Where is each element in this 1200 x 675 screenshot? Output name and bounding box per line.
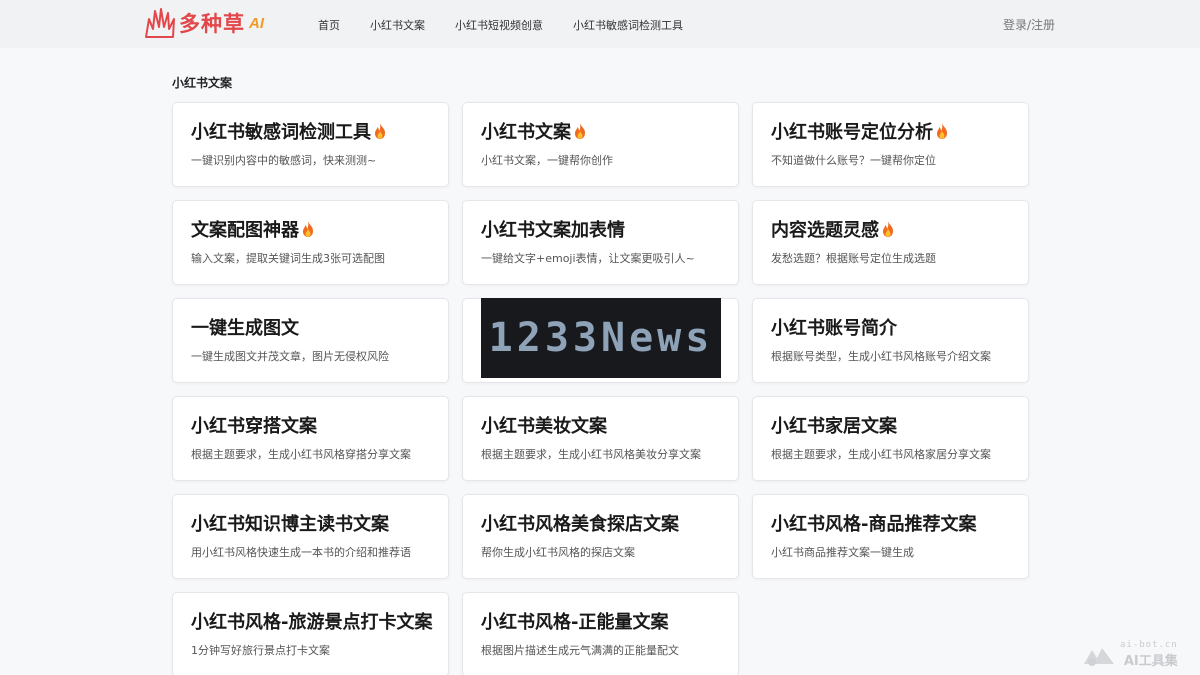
tool-card[interactable]: 小红书风格-正能量文案根据图片描述生成元气满满的正能量配文: [462, 592, 739, 675]
tool-card[interactable]: 文案配图神器输入文案，提取关键词生成3张可选配图: [172, 200, 449, 285]
tool-card[interactable]: 小红书文案小红书文案，一键帮你创作: [462, 102, 739, 187]
card-description: 不知道做什么账号？一键帮你定位: [771, 154, 936, 167]
site-logo[interactable]: 多种草 AI: [143, 5, 264, 41]
card-title-wrap: 小红书文案: [481, 122, 720, 144]
nav-xhs-sensitive-words[interactable]: 小红书敏感词检测工具: [573, 17, 683, 33]
card-title: 小红书风格-旅游景点打卡文案: [191, 612, 433, 633]
ad-card[interactable]: 1233News: [462, 298, 739, 383]
card-description: 一键给文字+emoji表情，让文案更吸引人~: [481, 252, 695, 265]
card-description: 输入文案，提取关键词生成3张可选配图: [191, 252, 385, 265]
tool-card[interactable]: 小红书文案加表情一键给文字+emoji表情，让文案更吸引人~: [462, 200, 739, 285]
watermark: ai-bot.cn AI工具集: [1082, 640, 1178, 669]
nav-xhs-video-ideas[interactable]: 小红书短视频创意: [455, 17, 543, 33]
card-description: 根据图片描述生成元气满满的正能量配文: [481, 644, 679, 657]
top-nav-bar: 多种草 AI 首页 小红书文案 小红书短视频创意 小红书敏感词检测工具 登录/注…: [0, 0, 1200, 48]
ad-banner[interactable]: 1233News: [481, 298, 721, 378]
tool-card[interactable]: 小红书家居文案根据主题要求，生成小红书风格家居分享文案: [752, 396, 1029, 481]
tool-card[interactable]: 小红书敏感词检测工具一键识别内容中的敏感词，快来测测~: [172, 102, 449, 187]
tool-card[interactable]: 小红书风格-商品推荐文案小红书商品推荐文案一键生成: [752, 494, 1029, 579]
card-title-wrap: 小红书账号定位分析: [771, 122, 1010, 144]
tool-card[interactable]: 小红书风格-旅游景点打卡文案 1分钟写好旅行景点打卡文案: [172, 592, 449, 675]
card-title: 小红书美妆文案: [481, 416, 607, 437]
card-title: 文案配图神器: [191, 220, 299, 241]
card-title-wrap: 小红书风格-旅游景点打卡文案: [191, 612, 433, 634]
tool-card[interactable]: 小红书知识博主读书文案用小红书风格快速生成一本书的介绍和推荐语: [172, 494, 449, 579]
card-description: 根据账号类型，生成小红书风格账号介绍文案: [771, 350, 991, 363]
tool-card[interactable]: 内容选题灵感发愁选题？根据账号定位生成选题: [752, 200, 1029, 285]
card-description: 一键识别内容中的敏感词，快来测测~: [191, 154, 377, 167]
card-description: 根据主题要求，生成小红书风格家居分享文案: [771, 448, 991, 461]
main-nav: 首页 小红书文案 小红书短视频创意 小红书敏感词检测工具: [318, 17, 713, 33]
fire-icon: [575, 123, 585, 139]
card-description: 根据主题要求，生成小红书风格美妆分享文案: [481, 448, 701, 461]
card-title: 小红书敏感词检测工具: [191, 122, 371, 143]
logo-ai-badge: AI: [249, 14, 264, 32]
card-title-wrap: 小红书家居文案: [771, 416, 1010, 438]
card-title-wrap: 内容选题灵感: [771, 220, 1010, 242]
nav-home[interactable]: 首页: [318, 17, 340, 33]
card-title-wrap: 小红书敏感词检测工具: [191, 122, 430, 144]
card-title: 小红书账号定位分析: [771, 122, 933, 143]
login-register-link[interactable]: 登录/注册: [1003, 16, 1055, 33]
card-description: 用小红书风格快速生成一本书的介绍和推荐语: [191, 546, 411, 559]
card-title-wrap: 小红书知识博主读书文案: [191, 514, 430, 536]
card-title-wrap: 文案配图神器: [191, 220, 430, 242]
tool-card[interactable]: 小红书账号定位分析不知道做什么账号？一键帮你定位: [752, 102, 1029, 187]
grass-logo-icon: [145, 8, 175, 38]
card-title: 小红书风格美食探店文案: [481, 514, 679, 535]
section-title: 小红书文案: [172, 76, 233, 90]
card-title: 小红书家居文案: [771, 416, 897, 437]
card-title-wrap: 小红书风格-商品推荐文案: [771, 514, 1010, 536]
card-description: 发愁选题？根据账号定位生成选题: [771, 252, 936, 265]
tool-card[interactable]: 小红书账号简介根据账号类型，生成小红书风格账号介绍文案: [752, 298, 1029, 383]
watermark-url: ai-bot.cn: [1120, 640, 1178, 650]
card-description: 小红书文案，一键帮你创作: [481, 154, 613, 167]
tool-card[interactable]: 小红书穿搭文案根据主题要求，生成小红书风格穿搭分享文案: [172, 396, 449, 481]
fire-icon: [375, 123, 385, 139]
card-description: 一键生成图文并茂文章，图片无侵权风险: [191, 350, 389, 363]
card-title-wrap: 小红书穿搭文案: [191, 416, 430, 438]
card-description: 帮你生成小红书风格的探店文案: [481, 546, 635, 559]
card-title-wrap: 小红书风格-正能量文案: [481, 612, 720, 634]
card-title-wrap: 小红书文案加表情: [481, 220, 720, 242]
card-description: 根据主题要求，生成小红书风格穿搭分享文案: [191, 448, 411, 461]
cloud-logo-icon: [1084, 647, 1114, 666]
ad-banner-text: 1233News: [488, 315, 714, 361]
nav-xhs-copy[interactable]: 小红书文案: [370, 17, 425, 33]
card-title: 小红书文案加表情: [481, 220, 625, 241]
card-title: 内容选题灵感: [771, 220, 879, 241]
card-title: 小红书账号简介: [771, 318, 897, 339]
tool-card[interactable]: 小红书风格美食探店文案帮你生成小红书风格的探店文案: [462, 494, 739, 579]
card-title: 小红书风格-商品推荐文案: [771, 514, 977, 535]
card-description: 1分钟写好旅行景点打卡文案: [191, 644, 330, 657]
card-title: 小红书文案: [481, 122, 571, 143]
card-title: 小红书风格-正能量文案: [481, 612, 669, 633]
card-title-wrap: 小红书账号简介: [771, 318, 1010, 340]
fire-icon: [883, 221, 893, 237]
tool-card[interactable]: 小红书美妆文案根据主题要求，生成小红书风格美妆分享文案: [462, 396, 739, 481]
tool-card-grid: 小红书敏感词检测工具 一键识别内容中的敏感词，快来测测~ 小红书文案 小红书文案，一键…: [172, 102, 1029, 675]
card-description: 小红书商品推荐文案一键生成: [771, 546, 914, 559]
card-title: 小红书知识博主读书文案: [191, 514, 389, 535]
watermark-name: AI工具集: [1123, 654, 1178, 669]
card-title-wrap: 小红书风格美食探店文案: [481, 514, 720, 536]
fire-icon: [303, 221, 313, 237]
card-title-wrap: 小红书美妆文案: [481, 416, 720, 438]
card-title: 一键生成图文: [191, 318, 299, 339]
tool-card[interactable]: 一键生成图文一键生成图文并茂文章，图片无侵权风险: [172, 298, 449, 383]
fire-icon: [937, 123, 947, 139]
card-title-wrap: 一键生成图文: [191, 318, 430, 340]
card-title: 小红书穿搭文案: [191, 416, 317, 437]
logo-text: 多种草: [179, 12, 245, 36]
